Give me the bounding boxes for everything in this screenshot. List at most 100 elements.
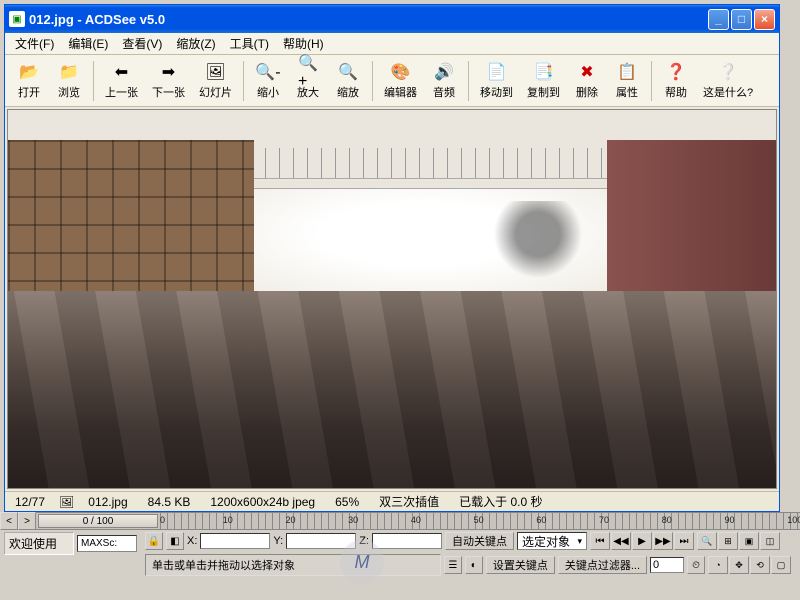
pan-icon[interactable]: ✥ (729, 556, 749, 574)
script-listener-icon[interactable]: ☰ (444, 556, 462, 574)
selected-dropdown[interactable]: 选定对象 (517, 532, 587, 550)
menu-tools[interactable]: 工具(T) (224, 33, 275, 54)
menu-view[interactable]: 查看(V) (116, 33, 168, 54)
tick-label: 30 (348, 515, 358, 525)
zoomout-label: 缩小 (257, 84, 279, 100)
copyto-icon: 📑 (534, 62, 554, 82)
tick-label: 50 (474, 515, 484, 525)
next-icon: ➡ (159, 62, 179, 82)
zoom-button[interactable]: 🔍 缩放 (330, 58, 366, 104)
app-icon: ▣ (9, 11, 25, 27)
max-toggle-icon[interactable]: ▢ (771, 556, 791, 574)
editor-label: 编辑器 (384, 84, 417, 100)
tick-label: 80 (662, 515, 672, 525)
slideshow-label: 幻灯片 (199, 84, 232, 100)
fov-icon[interactable]: ◔ (708, 556, 728, 574)
playback-controls: ⏮ ◀◀ ▶ ▶▶ ⏭ (590, 532, 694, 550)
slideshow-button[interactable]: 🖼幻灯片 (194, 58, 237, 104)
timeline[interactable]: < > 0 / 100 0102030405060708090100 (0, 512, 800, 530)
menu-file[interactable]: 文件(F) (9, 33, 60, 54)
browse-button[interactable]: 📁浏览 (51, 58, 87, 104)
properties-icon: 📋 (617, 62, 637, 82)
window-controls: _ □ × (708, 9, 775, 30)
menu-edit[interactable]: 编辑(E) (62, 33, 114, 54)
goto-start-icon[interactable]: ⏮ (590, 532, 610, 550)
status-filename: 012.jpg (82, 494, 133, 510)
moveto-icon: 📄 (487, 62, 507, 82)
setkey-button[interactable]: 设置关键点 (486, 556, 555, 574)
tick-label: 40 (411, 515, 421, 525)
lock-selection-icon[interactable]: 🔒 (145, 532, 163, 550)
goto-end-icon[interactable]: ⏭ (674, 532, 694, 550)
audio-button[interactable]: 🔊音频 (426, 58, 462, 104)
viewport-nav-2: ◔ ✥ ⟲ ▢ (708, 556, 796, 574)
zoomout-button[interactable]: 🔍-缩小 (250, 58, 286, 104)
image-viewport[interactable] (7, 109, 777, 489)
zoomin-label: 放大 (297, 84, 319, 100)
zoom-icon: 🔍 (338, 62, 358, 82)
prev-frame-icon[interactable]: ◀◀ (611, 532, 631, 550)
toolbar-separator (468, 61, 469, 101)
timeline-right-icon[interactable]: > (18, 512, 36, 530)
open-button[interactable]: 📂打开 (11, 58, 47, 104)
acdsee-window: ▣ 012.jpg - ACDSee v5.0 _ □ × 文件(F) 编辑(E… (4, 4, 780, 512)
zoom-extents-icon[interactable]: ▣ (739, 532, 759, 550)
y-label: Y: (273, 535, 283, 547)
zoom-label: 缩放 (337, 84, 359, 100)
tick-label: 0 (160, 515, 165, 525)
moveto-label: 移动到 (480, 84, 513, 100)
menu-help[interactable]: 帮助(H) (277, 33, 330, 54)
status-zoom: 65% (329, 494, 365, 510)
whatsthis-button[interactable]: ❔这是什么? (698, 58, 758, 104)
time-config-icon[interactable]: ⏲ (687, 556, 705, 574)
zoom-all-icon[interactable]: ⊞ (718, 532, 738, 550)
keyfilter-button[interactable]: 关键点过滤器... (558, 556, 647, 574)
properties-label: 属性 (616, 84, 638, 100)
zoomin-button[interactable]: 🔍+ 放大 (290, 58, 326, 104)
status-loadtime: 已载入于 0.0 秒 (453, 492, 548, 511)
help-button[interactable]: ❓帮助 (658, 58, 694, 104)
editor-button[interactable]: 🎨 编辑器 (379, 58, 422, 104)
close-button[interactable]: × (754, 9, 775, 30)
next-button[interactable]: ➡下一张 (147, 58, 190, 104)
tick-label: 20 (285, 515, 295, 525)
properties-button[interactable]: 📋 属性 (609, 58, 645, 104)
zoom-extents-all-icon[interactable]: ◫ (760, 532, 780, 550)
autokey-button[interactable]: 自动关键点 (445, 532, 514, 550)
status-interpolation: 双三次插值 (373, 492, 445, 511)
comm-center-icon[interactable]: ◐ (465, 556, 483, 574)
time-slider[interactable]: 0 / 100 (38, 514, 158, 528)
x-input[interactable] (200, 533, 270, 549)
next-frame-icon[interactable]: ▶▶ (653, 532, 673, 550)
maximize-button[interactable]: □ (731, 9, 752, 30)
window-title: 012.jpg - ACDSee v5.0 (29, 12, 708, 27)
zoomin-icon: 🔍+ (298, 62, 318, 82)
frame-input[interactable] (650, 557, 684, 573)
snap-toggle-icon[interactable]: ◧ (166, 532, 184, 550)
play-icon[interactable]: ▶ (632, 532, 652, 550)
help-label: 帮助 (665, 84, 687, 100)
welcome-label: 欢迎使用 (4, 532, 74, 555)
z-input[interactable] (372, 533, 442, 549)
editor-icon: 🎨 (391, 62, 411, 82)
delete-icon: ✖ (577, 62, 597, 82)
menu-zoom[interactable]: 缩放(Z) (170, 33, 221, 54)
minimize-button[interactable]: _ (708, 9, 729, 30)
timeline-left-icon[interactable]: < (0, 512, 18, 530)
tick-label: 90 (724, 515, 734, 525)
selected-dropdown-label: 选定对象 (522, 533, 570, 550)
timeline-ruler[interactable]: 0102030405060708090100 (160, 513, 800, 529)
zoom-nav-icon[interactable]: 🔍 (697, 532, 717, 550)
titlebar[interactable]: ▣ 012.jpg - ACDSee v5.0 _ □ × (5, 5, 779, 33)
copyto-button[interactable]: 📑复制到 (522, 58, 565, 104)
prev-button[interactable]: ⬅上一张 (100, 58, 143, 104)
browse-icon: 📁 (59, 62, 79, 82)
y-input[interactable] (286, 533, 356, 549)
toolbar: 📂打开 📁浏览 ⬅上一张 ➡下一张 🖼幻灯片 🔍-缩小 🔍+ 放大 🔍 缩放 🎨 编辑… (5, 55, 779, 107)
menubar: 文件(F) 编辑(E) 查看(V) 缩放(Z) 工具(T) 帮助(H) (5, 33, 779, 55)
delete-button[interactable]: ✖删除 (569, 58, 605, 104)
orbit-icon[interactable]: ⟲ (750, 556, 770, 574)
open-label: 打开 (18, 84, 40, 100)
moveto-button[interactable]: 📄 移动到 (475, 58, 518, 104)
maxscript-input[interactable]: MAXSc: (77, 535, 137, 552)
